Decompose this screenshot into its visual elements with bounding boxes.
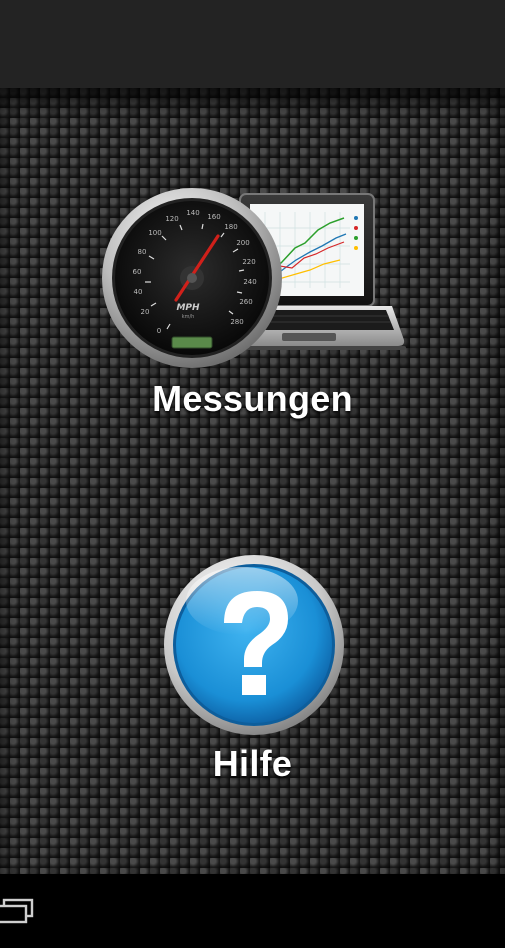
navigation-bar	[0, 874, 505, 948]
measurements-label: Messungen	[152, 378, 353, 419]
svg-text:km/h: km/h	[182, 314, 195, 320]
svg-text:220: 220	[242, 258, 255, 266]
svg-text:160: 160	[207, 213, 220, 221]
svg-text:180: 180	[224, 223, 237, 231]
svg-text:100: 100	[148, 229, 161, 237]
main-menu: 0 20 40 60 80 100 120 140 160 180 200 22…	[0, 88, 505, 874]
speedometer-laptop-icon: 0 20 40 60 80 100 120 140 160 180 200 22…	[100, 188, 410, 383]
svg-text:120: 120	[165, 215, 178, 223]
svg-text:MPH: MPH	[176, 303, 200, 313]
svg-text:20: 20	[141, 308, 150, 316]
recent-apps-icon[interactable]	[0, 898, 36, 929]
svg-text:80: 80	[138, 248, 147, 256]
help-label: Hilfe	[212, 743, 293, 784]
status-bar	[0, 0, 505, 88]
svg-text:240: 240	[243, 278, 256, 286]
svg-text:260: 260	[239, 298, 252, 306]
svg-text:0: 0	[157, 327, 161, 335]
speedometer-icon: 0 20 40 60 80 100 120 140 160 180 200 22…	[102, 188, 282, 368]
menu-item-measurements[interactable]: 0 20 40 60 80 100 120 140 160 180 200 22…	[0, 188, 505, 438]
svg-text:280: 280	[230, 318, 243, 326]
svg-text:40: 40	[134, 288, 143, 296]
svg-text:60: 60	[133, 268, 142, 276]
menu-item-help[interactable]: Hilfe	[0, 553, 505, 793]
help-question-icon	[162, 553, 346, 742]
svg-text:140: 140	[186, 209, 199, 217]
svg-text:200: 200	[236, 239, 249, 247]
